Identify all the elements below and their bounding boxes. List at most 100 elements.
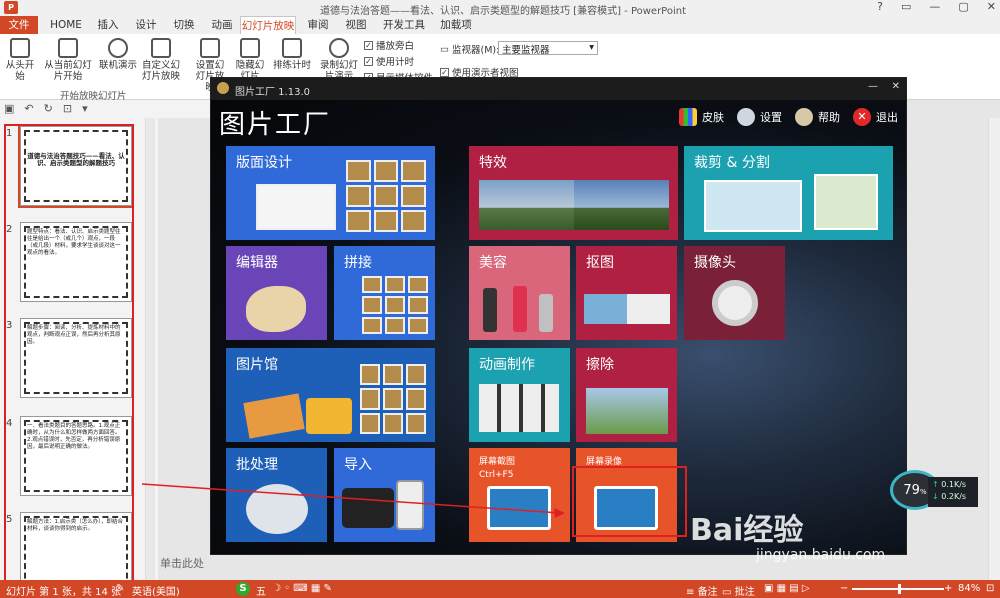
zoom-in-button[interactable]: + xyxy=(944,583,952,594)
picture-factory-window: 图片工厂 1.13.0 — ✕ 图片工厂 皮肤 设置 帮助 ✕ 退出 版面设计 特… xyxy=(210,77,907,555)
pf-app-name: 图片工厂 xyxy=(219,110,332,140)
hide-slide-icon xyxy=(240,38,260,58)
zoom-out-button[interactable]: − xyxy=(840,583,848,594)
play-icon xyxy=(10,38,30,58)
view-buttons[interactable]: ▣ ▦ ▤ ▷ xyxy=(764,583,810,594)
tab-design[interactable]: 设计 xyxy=(128,16,164,34)
tab-slideshow[interactable]: 幻灯片放映 xyxy=(240,16,296,34)
tile-import[interactable]: 导入 xyxy=(334,448,435,542)
customize-icon[interactable]: ▾ xyxy=(82,102,88,116)
tab-home[interactable]: HOME xyxy=(44,16,88,34)
cutout-bird-icon xyxy=(584,294,670,324)
skin-button[interactable]: 皮肤 xyxy=(679,108,724,126)
rehearse-timings-button[interactable]: 排练计时 xyxy=(272,38,312,71)
tile-cutout[interactable]: 抠图 xyxy=(576,246,677,340)
globe-icon xyxy=(108,38,128,58)
tile-beauty[interactable]: 美容 xyxy=(469,246,570,340)
custom-show-button[interactable]: 自定义幻灯片放映 xyxy=(138,38,184,82)
tile-editor[interactable]: 编辑器 xyxy=(226,246,327,340)
undo-icon[interactable]: ↶ xyxy=(24,102,33,116)
collage-grid-icon xyxy=(346,160,426,232)
tab-addins[interactable]: 加载项 xyxy=(434,16,478,34)
webcam-icon xyxy=(712,280,758,326)
save-icon[interactable]: ▣ xyxy=(4,102,14,116)
record-show-button[interactable]: 录制幻灯片演示 xyxy=(316,38,362,82)
monitor-select[interactable]: 主要监视器 ▾ xyxy=(498,41,598,56)
ime-logo-icon[interactable]: S xyxy=(236,582,250,596)
lipstick-icon xyxy=(539,294,553,332)
fit-slide-icon[interactable]: ⊡ xyxy=(986,583,994,594)
from-current-button[interactable]: 从当前幻灯片开始 xyxy=(40,38,96,82)
tile-erase[interactable]: 擦除 xyxy=(576,348,677,442)
thumbnails-scrollbar[interactable] xyxy=(145,118,155,580)
play-narration-checkbox[interactable]: ✓ 播放旁白 xyxy=(364,38,414,52)
tile-camera[interactable]: 摄像头 xyxy=(684,246,785,340)
tile-effects[interactable]: 特效 xyxy=(469,146,678,240)
tile-layout-design[interactable]: 版面设计 xyxy=(226,146,435,240)
puppies-photo-icon xyxy=(704,180,802,232)
lipstick-icon xyxy=(513,286,527,332)
tile-stitch[interactable]: 拼接 xyxy=(334,246,435,340)
monitor-label: ▭ 监视器(M): xyxy=(440,43,500,57)
exit-icon: ✕ xyxy=(853,108,871,126)
folder-icon xyxy=(306,398,352,434)
main-scrollbar[interactable] xyxy=(988,118,1000,580)
record-icon xyxy=(329,38,349,58)
from-start-button[interactable]: 从头开始 xyxy=(2,38,38,82)
monitor-icon: ▭ xyxy=(440,43,449,55)
help-gear-icon xyxy=(795,108,813,126)
title-bar: P 道德与法治答题——看法、认识、启示类题型的解题技巧 [兼容模式] - Pow… xyxy=(0,0,1000,17)
tab-developer[interactable]: 开发工具 xyxy=(376,16,432,34)
comments-button[interactable]: ▭ 批注 xyxy=(722,583,755,598)
window-title: 道德与法治答题——看法、认识、启示类题型的解题技巧 [兼容模式] - Power… xyxy=(320,6,687,17)
maximize-button[interactable]: ▢ xyxy=(958,0,968,13)
chevron-down-icon: ▾ xyxy=(589,42,594,53)
help-button-pf[interactable]: 帮助 xyxy=(795,108,840,126)
settings-button[interactable]: 设置 xyxy=(737,108,782,126)
pf-close-button[interactable]: ✕ xyxy=(892,81,900,92)
screenshot-monitor-icon xyxy=(487,486,551,530)
help-button[interactable]: ? xyxy=(877,0,883,13)
download-arrow-icon: ↓ xyxy=(932,492,942,501)
red-highlight-box xyxy=(4,124,134,584)
ime-toolbar-icons[interactable]: ☽ ◦ ⌨ ▦ ✎ xyxy=(272,583,332,594)
use-timing-checkbox[interactable]: ✓ 使用计时 xyxy=(364,54,414,68)
zoom-level[interactable]: 84% xyxy=(958,583,980,594)
tab-review[interactable]: 审阅 xyxy=(300,16,336,34)
brush-icon xyxy=(483,288,497,332)
tab-animations[interactable]: 动画 xyxy=(204,16,240,34)
language-indicator[interactable]: 英语(美国) xyxy=(132,583,180,598)
notes-placeholder[interactable]: 单击此处 xyxy=(160,555,220,571)
tile-screenshot[interactable]: 屏幕截图 Ctrl+F5 xyxy=(469,448,570,542)
landscape-photo-icon xyxy=(479,180,574,230)
tile-gallery[interactable]: 图片馆 xyxy=(226,348,435,442)
tab-file[interactable]: 文件 xyxy=(0,16,38,34)
ribbon-display-button[interactable]: ▭ xyxy=(901,0,911,13)
tab-view[interactable]: 视图 xyxy=(338,16,374,34)
slide-counter: 幻灯片 第 1 张，共 14 张 xyxy=(6,587,121,598)
ime-mode[interactable]: 五 xyxy=(256,583,266,598)
tile-crop-split[interactable]: 裁剪 & 分割 xyxy=(684,146,893,240)
exit-button[interactable]: ✕ 退出 xyxy=(853,108,898,126)
notes-button[interactable]: ≡ 备注 xyxy=(686,583,718,598)
baidu-watermark: Bai经验 xyxy=(690,513,804,548)
pf-minimize-button[interactable]: — xyxy=(868,81,878,92)
tab-insert[interactable]: 插入 xyxy=(90,16,126,34)
upload-arrow-icon: ↑ xyxy=(932,480,942,489)
close-button[interactable]: ✕ xyxy=(987,0,996,13)
minimize-button[interactable]: — xyxy=(929,0,940,13)
ribbon-tabs: 文件 HOME 插入 设计 切换 动画 幻灯片放映 审阅 视图 开发工具 加载项 xyxy=(0,16,1000,34)
pf-title-bar: 图片工厂 1.13.0 — ✕ xyxy=(211,78,906,100)
notes-icon: ≡ xyxy=(686,587,698,598)
present-icon[interactable]: ⊡ xyxy=(63,102,72,116)
tab-transitions[interactable]: 切换 xyxy=(166,16,202,34)
hide-slide-button[interactable]: 隐藏幻灯片 xyxy=(232,38,268,82)
spellcheck-icon[interactable]: ✎ xyxy=(116,583,124,594)
online-present-button[interactable]: 联机演示 xyxy=(98,38,138,71)
tile-animation[interactable]: 动画制作 xyxy=(469,348,570,442)
camera-icon xyxy=(342,488,394,528)
tile-batch[interactable]: 批处理 xyxy=(226,448,327,542)
zoom-slider-thumb[interactable] xyxy=(898,584,901,594)
pf-logo-icon xyxy=(217,82,229,94)
redo-icon[interactable]: ↻ xyxy=(44,102,53,116)
